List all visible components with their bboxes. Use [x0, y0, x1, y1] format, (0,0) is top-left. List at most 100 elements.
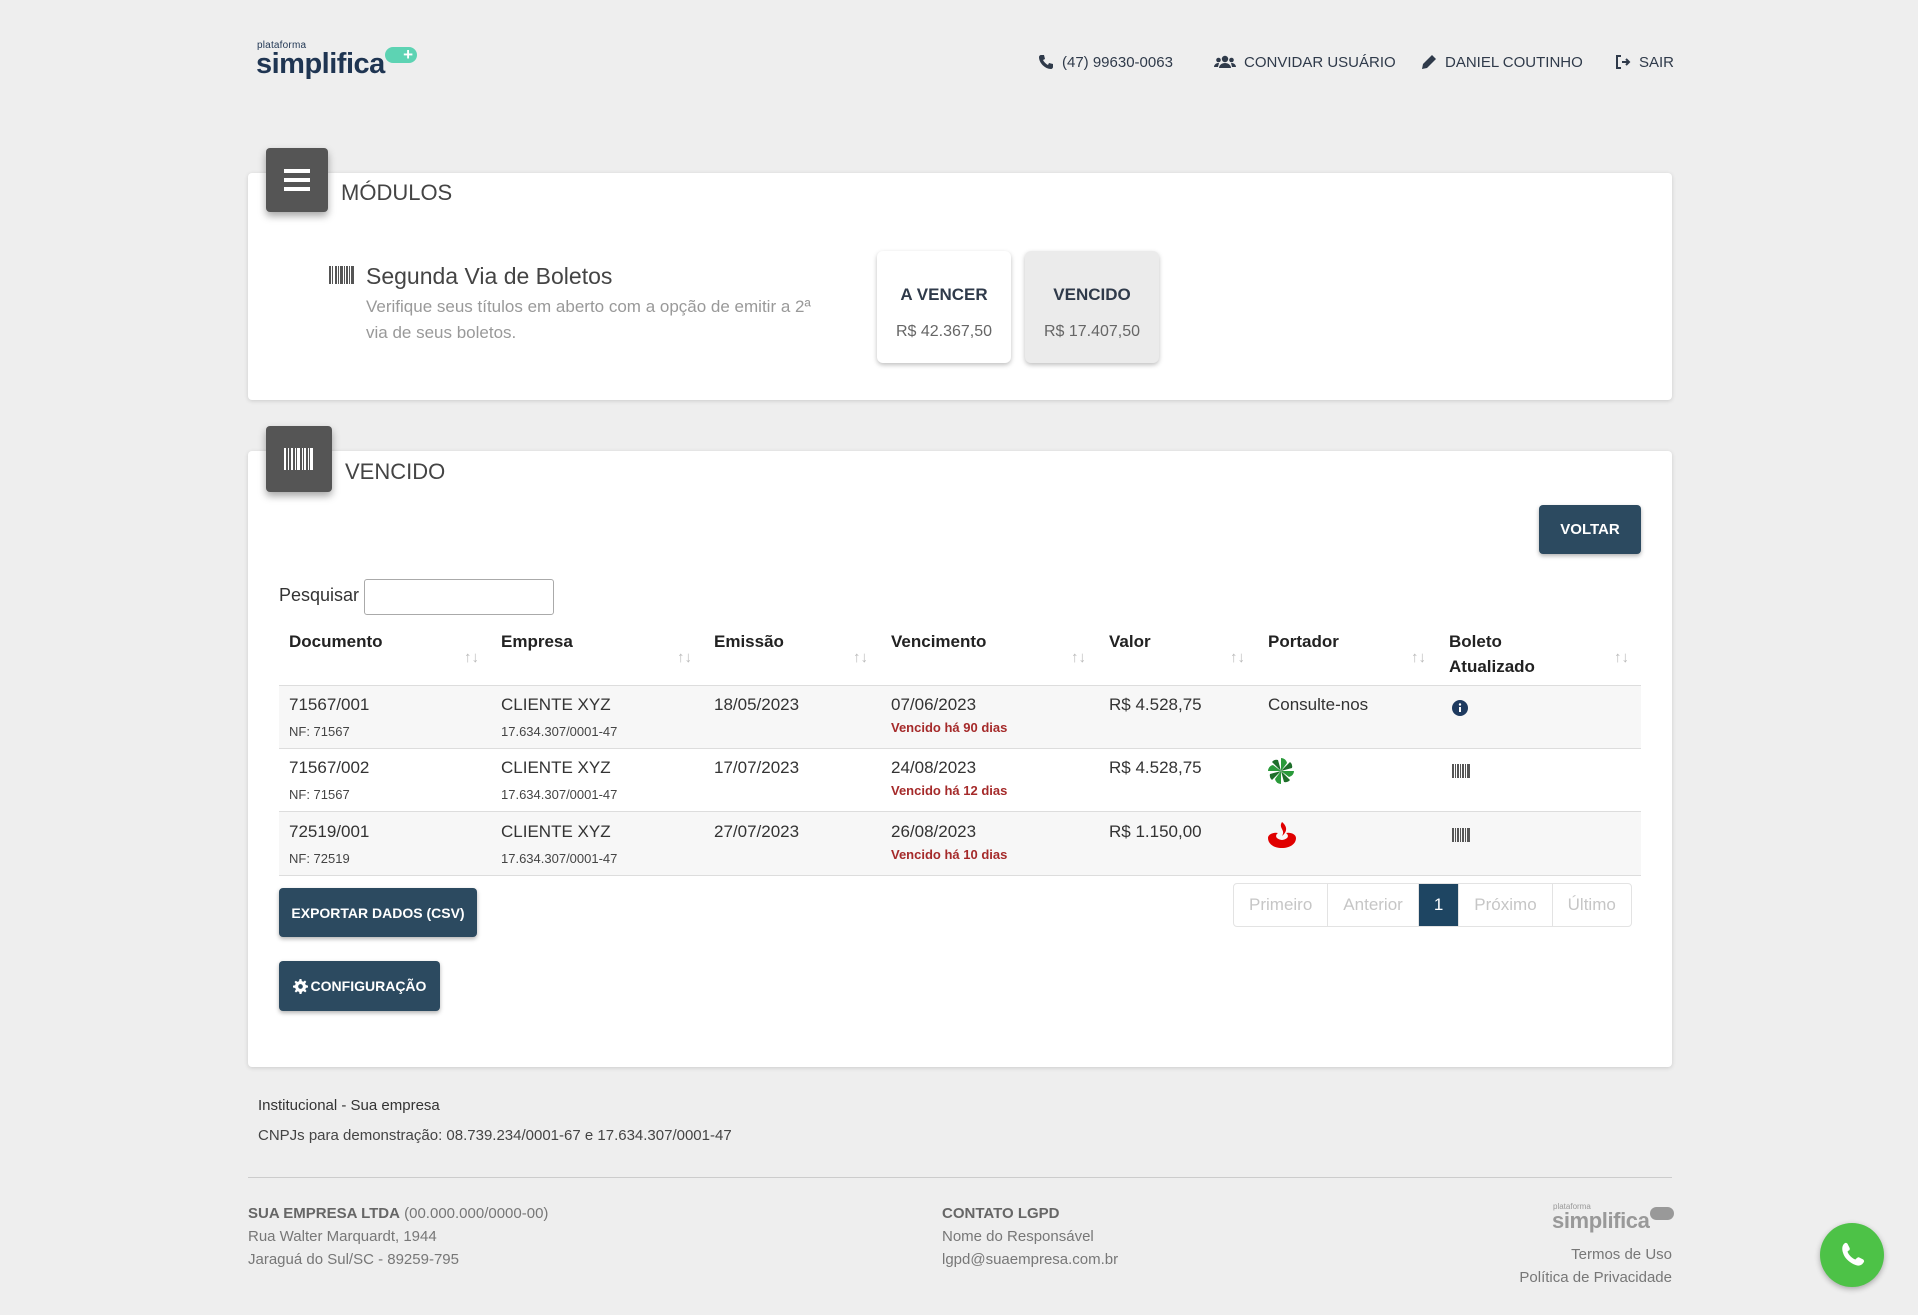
privacy-link[interactable]: Política de Privacidade [1519, 1266, 1672, 1289]
cell-empresa: CLIENTE XYZ [501, 758, 611, 777]
logo[interactable]: simplifica [256, 48, 385, 81]
cell-empresa: CLIENTE XYZ [501, 695, 611, 714]
lgpd-name: Nome do Responsável [942, 1228, 1094, 1245]
cell-empresa: CLIENTE XYZ [501, 822, 611, 841]
company-cnpj: (00.000.000/0000-00) [404, 1205, 549, 1222]
cell-cnpj: 17.634.307/0001-47 [501, 851, 618, 866]
export-csv-button[interactable]: EXPORTAR DADOS (CSV) [279, 888, 477, 937]
module-item-description: Verifique seus títulos em aberto com a o… [366, 297, 811, 342]
bank-logo-red-icon [1266, 820, 1298, 850]
whatsapp-icon[interactable] [1820, 1223, 1884, 1287]
institutional-title: Institucional - Sua empresa [258, 1097, 440, 1114]
col-header-documento[interactable]: Documento [289, 629, 383, 654]
barcode-icon[interactable] [1452, 764, 1470, 778]
cell-nf: NF: 71567 [289, 787, 350, 802]
cell-valor: R$ 4.528,75 [1109, 758, 1202, 777]
vencido-title: VENCIDO [345, 459, 446, 484]
search-input[interactable] [364, 579, 554, 615]
tile-a-vencer[interactable]: A VENCER R$ 42.367,50 [877, 251, 1011, 363]
cell-vencimento: 07/06/2023 [891, 695, 977, 714]
cell-emissao: 18/05/2023 [714, 695, 800, 714]
menu-icon [266, 148, 328, 212]
overdue-status: Vencido há 12 dias [891, 783, 1008, 798]
gear-icon [292, 978, 308, 994]
cell-documento: 72519/001 [289, 822, 370, 841]
bank-logo-green-icon [1266, 756, 1296, 786]
footer-logo: simplifica [1552, 1208, 1650, 1233]
col-header-empresa[interactable]: Empresa [501, 629, 573, 654]
phone-icon [1039, 55, 1053, 69]
config-button-label: CONFIGURAÇÃO [310, 978, 427, 994]
page-current[interactable]: 1 [1418, 884, 1460, 926]
config-button[interactable]: CONFIGURAÇÃO [279, 961, 440, 1011]
cell-nf: NF: 72519 [289, 851, 350, 866]
cell-vencimento: 24/08/2023 [891, 758, 977, 777]
cell-cnpj: 17.634.307/0001-47 [501, 724, 618, 739]
logo-plus-icon: + [385, 45, 417, 64]
demo-cnpjs: CNPJs para demonstração: 08.739.234/0001… [258, 1127, 732, 1144]
page-first[interactable]: Primeiro [1234, 884, 1329, 926]
page-previous[interactable]: Anterior [1328, 884, 1419, 926]
table-row [279, 811, 1641, 876]
cell-valor: R$ 1.150,00 [1109, 822, 1202, 841]
col-header-vencimento[interactable]: Vencimento [891, 629, 986, 654]
cell-emissao: 17/07/2023 [714, 758, 800, 777]
cell-emissao: 27/07/2023 [714, 822, 800, 841]
sort-icon[interactable]: ↑↓ [1230, 649, 1245, 666]
footer-divider [248, 1177, 1672, 1178]
logout-link[interactable]: SAIR [1615, 52, 1674, 72]
barcode-icon [329, 266, 354, 284]
page-last[interactable]: Último [1553, 884, 1631, 926]
col-header-portador[interactable]: Portador [1268, 629, 1339, 654]
info-icon[interactable] [1452, 700, 1468, 716]
module-item-title[interactable]: Segunda Via de Boletos [366, 263, 612, 290]
users-icon [1214, 55, 1236, 68]
phone-text: (47) 99630-0063 [1062, 53, 1173, 71]
search-label: Pesquisar [279, 585, 360, 605]
company-address: Rua Walter Marquardt, 1944 [248, 1228, 437, 1245]
overdue-status: Vencido há 90 dias [891, 720, 1008, 735]
tile-label: VENCIDO [1053, 285, 1131, 304]
user-name: DANIEL COUTINHO [1445, 53, 1583, 71]
page-next[interactable]: Próximo [1459, 884, 1553, 926]
pencil-icon [1422, 55, 1436, 69]
sort-icon[interactable]: ↑↓ [1614, 649, 1629, 666]
modules-title: MÓDULOS [341, 180, 453, 205]
invite-user-link[interactable]: CONVIDAR USUÁRIO [1214, 52, 1396, 72]
tile-value: R$ 17.407,50 [1043, 323, 1141, 340]
barcode-icon[interactable] [1452, 828, 1470, 842]
overdue-status: Vencido há 10 dias [891, 847, 1008, 862]
footer-logo-plus-icon [1650, 1207, 1674, 1220]
sort-icon[interactable]: ↑↓ [853, 649, 868, 666]
tile-vencido[interactable]: VENCIDO R$ 17.407,50 [1025, 251, 1159, 363]
lgpd-title: CONTATO LGPD [942, 1205, 1060, 1222]
invite-user-label: CONVIDAR USUÁRIO [1244, 53, 1396, 71]
user-profile-link[interactable]: DANIEL COUTINHO [1421, 52, 1583, 72]
col-header-emissao[interactable]: Emissão [714, 629, 784, 654]
lgpd-email[interactable]: lgpd@suaempresa.com.br [942, 1248, 1118, 1271]
terms-link[interactable]: Termos de Uso [1519, 1243, 1672, 1266]
company-name: SUA EMPRESA LTDA [248, 1205, 400, 1222]
back-button[interactable]: VOLTAR [1539, 505, 1641, 554]
sort-icon[interactable]: ↑↓ [1071, 649, 1086, 666]
cell-valor: R$ 4.528,75 [1109, 695, 1202, 714]
cell-portador: Consulte-nos [1268, 695, 1369, 714]
logout-icon [1616, 55, 1631, 69]
sort-icon[interactable]: ↑↓ [1411, 649, 1426, 666]
phone-link[interactable]: (47) 99630-0063 [1038, 52, 1173, 72]
cell-vencimento: 26/08/2023 [891, 822, 977, 841]
cell-cnpj: 17.634.307/0001-47 [501, 787, 618, 802]
barcode-icon [266, 426, 332, 492]
sort-icon[interactable]: ↑↓ [464, 649, 479, 666]
footer-company: SUA EMPRESA LTDA (00.000.000/0000-00) Ru… [248, 1202, 548, 1271]
col-header-valor[interactable]: Valor [1109, 629, 1151, 654]
tile-value: R$ 42.367,50 [895, 323, 993, 340]
tile-label: A VENCER [900, 285, 988, 304]
sort-icon[interactable]: ↑↓ [677, 649, 692, 666]
pagination: Primeiro Anterior 1 Próximo Último [1233, 883, 1632, 927]
col-header-boleto-atualizado[interactable]: Boleto Atualizado [1449, 629, 1549, 679]
cell-documento: 71567/001 [289, 695, 370, 714]
company-city: Jaraguá do Sul/SC - 89259-795 [248, 1251, 459, 1268]
cell-nf: NF: 71567 [289, 724, 350, 739]
logout-label: SAIR [1639, 53, 1675, 71]
